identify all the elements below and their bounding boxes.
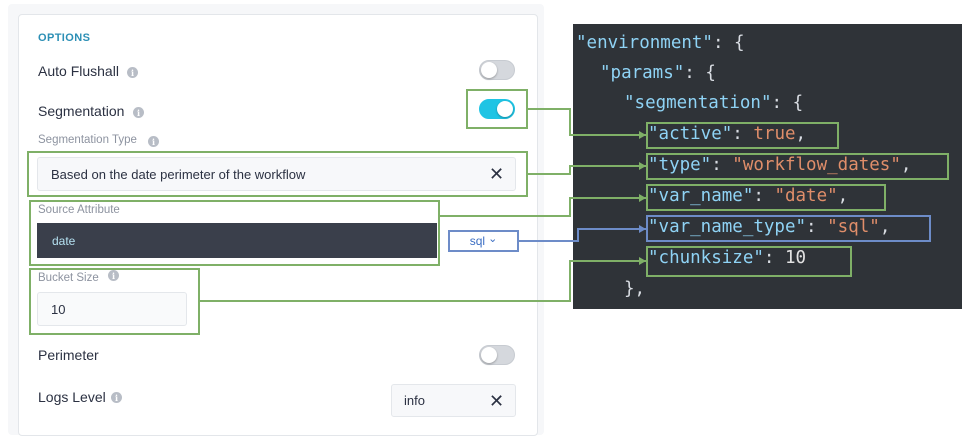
connector-var-name-type — [519, 228, 646, 242]
connector-active — [528, 108, 646, 136]
arrow-head — [639, 225, 646, 233]
annotation-connectors — [200, 108, 646, 302]
arrow-head — [639, 194, 646, 202]
arrow-head — [639, 162, 646, 170]
arrow-head — [639, 257, 646, 265]
connector-chunksize — [200, 260, 646, 302]
connector-var-name — [440, 197, 646, 217]
arrow-head — [639, 131, 646, 139]
connector-type — [528, 165, 646, 175]
